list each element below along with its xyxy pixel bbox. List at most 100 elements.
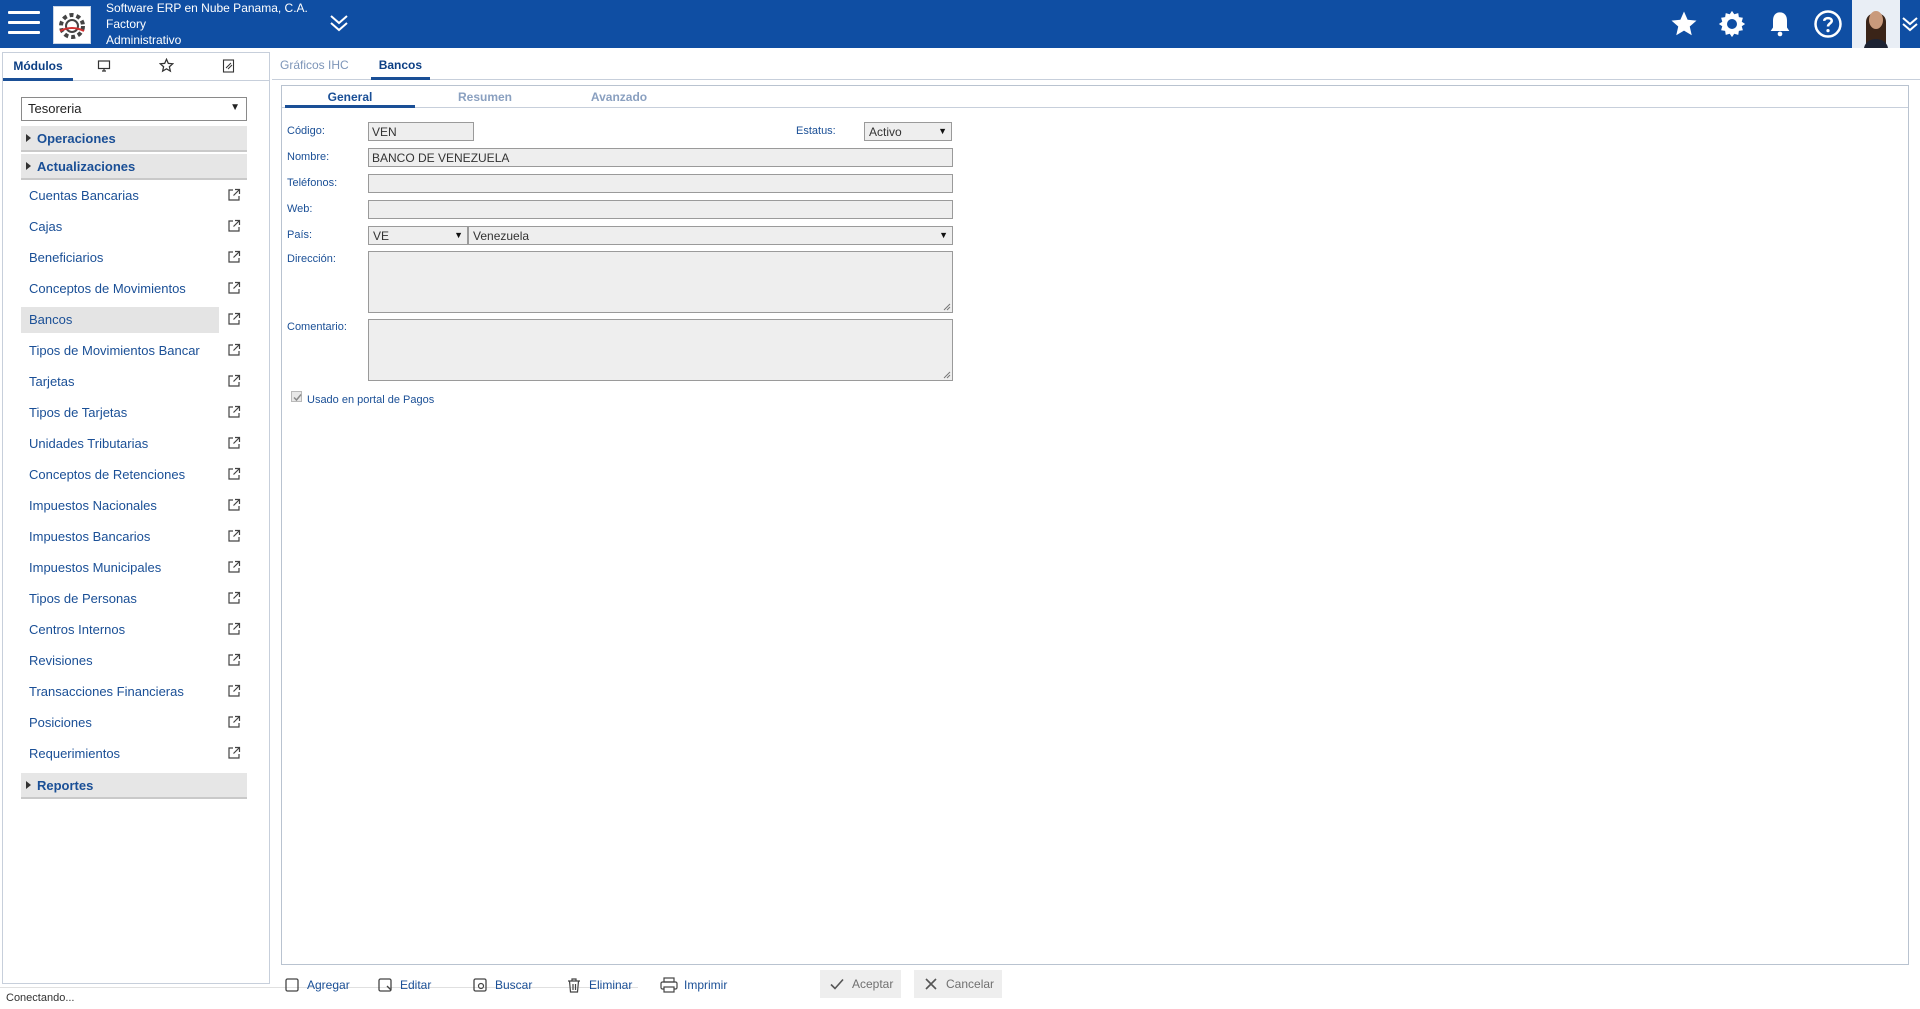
external-link-icon[interactable] bbox=[227, 715, 241, 729]
external-link-icon[interactable] bbox=[227, 498, 241, 512]
chevron-down-icon: ▼ bbox=[230, 102, 240, 113]
telefonos-field[interactable] bbox=[368, 174, 953, 193]
external-link-icon[interactable] bbox=[227, 560, 241, 574]
tab-general[interactable]: General bbox=[285, 86, 415, 108]
delete-button[interactable]: Eliminar bbox=[565, 974, 632, 996]
external-link-icon[interactable] bbox=[227, 529, 241, 543]
tab-resumen[interactable]: Resumen bbox=[420, 86, 550, 108]
direccion-label: Dirección: bbox=[287, 253, 336, 265]
group-operaciones[interactable]: Operaciones bbox=[21, 126, 247, 152]
external-link-icon[interactable] bbox=[227, 653, 241, 667]
sidebar-item-label: Requerimientos bbox=[29, 746, 121, 761]
sidebar-item[interactable]: Cajas bbox=[21, 214, 247, 240]
tab-favorites[interactable] bbox=[135, 53, 197, 81]
sidebar-item[interactable]: Unidades Tributarias bbox=[21, 431, 247, 457]
sidebar-item[interactable]: Tipos de Tarjetas bbox=[21, 400, 247, 426]
nombre-field[interactable]: BANCO DE VENEZUELA bbox=[368, 148, 953, 167]
pais-code-select[interactable]: VE ▼ bbox=[368, 226, 468, 245]
sidebar-item[interactable]: Centros Internos bbox=[21, 617, 247, 643]
company-info: Software ERP en Nube Panama, C.A. Factor… bbox=[106, 0, 308, 48]
group-reportes[interactable]: Reportes bbox=[21, 773, 247, 799]
direccion-textarea[interactable] bbox=[368, 251, 953, 313]
module-select[interactable]: Tesoreria ▼ bbox=[21, 97, 247, 121]
group-actualizaciones[interactable]: Actualizaciones bbox=[21, 154, 247, 180]
external-link-icon[interactable] bbox=[227, 374, 241, 388]
external-link-icon[interactable] bbox=[227, 591, 241, 605]
sidebar-item[interactable]: Tipos de Personas bbox=[21, 586, 247, 612]
estatus-select[interactable]: Activo ▼ bbox=[864, 122, 952, 141]
web-field[interactable] bbox=[368, 200, 953, 219]
nombre-label: Nombre: bbox=[287, 151, 330, 163]
sidebar-item[interactable]: Impuestos Nacionales bbox=[21, 493, 247, 519]
company-module: Administrativo bbox=[106, 33, 182, 47]
external-link-icon[interactable] bbox=[227, 622, 241, 636]
sidebar-item[interactable]: Impuestos Municipales bbox=[21, 555, 247, 581]
external-link-icon[interactable] bbox=[227, 746, 241, 760]
portal-pagos-checkbox[interactable] bbox=[291, 391, 302, 402]
avatar[interactable] bbox=[1852, 0, 1900, 48]
sidebar-item[interactable]: Bancos bbox=[21, 307, 247, 333]
edit-icon bbox=[376, 976, 394, 994]
sidebar-item[interactable]: Tipos de Movimientos Bancar bbox=[21, 338, 247, 364]
print-icon bbox=[660, 976, 678, 994]
help-icon[interactable] bbox=[1804, 0, 1852, 48]
external-link-icon[interactable] bbox=[227, 436, 241, 450]
gear-icon[interactable] bbox=[1708, 0, 1756, 48]
collapse-chevron-icon[interactable] bbox=[326, 12, 352, 34]
edit-button[interactable]: Editar bbox=[376, 974, 431, 996]
user-menu-chevron-icon[interactable] bbox=[1900, 0, 1920, 48]
resize-grip-icon[interactable] bbox=[943, 371, 951, 379]
print-button[interactable]: Imprimir bbox=[660, 974, 727, 996]
search-button[interactable]: Buscar bbox=[471, 974, 532, 996]
sidebar-item[interactable]: Cuentas Bancarias bbox=[21, 183, 247, 209]
menu-icon[interactable] bbox=[8, 11, 40, 37]
star-icon[interactable] bbox=[1660, 0, 1708, 48]
sidebar-item[interactable]: Conceptos de Movimientos bbox=[21, 276, 247, 302]
tab-modulos[interactable]: Módulos bbox=[3, 53, 73, 81]
external-link-icon[interactable] bbox=[227, 343, 241, 357]
tab-graficos-ihc[interactable]: Gráficos IHC bbox=[272, 52, 357, 80]
tab-avanzado[interactable]: Avanzado bbox=[554, 86, 684, 108]
add-icon bbox=[283, 976, 301, 994]
sidebar-item[interactable]: Transacciones Financieras bbox=[21, 679, 247, 705]
sidebar-item-label: Conceptos de Movimientos bbox=[29, 281, 186, 296]
codigo-label: Código: bbox=[287, 125, 325, 137]
sidebar-item[interactable]: Requerimientos bbox=[21, 741, 247, 767]
web-label: Web: bbox=[287, 203, 313, 215]
left-panel-tabs: Módulos bbox=[3, 53, 269, 81]
sidebar-item-label: Bancos bbox=[29, 312, 73, 327]
cancel-button[interactable]: Cancelar bbox=[914, 970, 1003, 998]
sidebar-item[interactable]: Revisiones bbox=[21, 648, 247, 674]
tab-desktop[interactable] bbox=[73, 53, 135, 81]
sidebar-item-label: Unidades Tributarias bbox=[29, 436, 149, 451]
chevron-down-icon: ▼ bbox=[454, 230, 463, 240]
pais-name-select[interactable]: Venezuela ▼ bbox=[468, 226, 953, 245]
accept-button[interactable]: Aceptar bbox=[820, 970, 902, 998]
left-panel: Módulos Tesoreria ▼ Operaciones Actualiz… bbox=[2, 52, 270, 984]
sidebar-item-label: Impuestos Municipales bbox=[29, 560, 162, 575]
cancel-button-label: Cancelar bbox=[946, 977, 995, 991]
sidebar-item-label: Cuentas Bancarias bbox=[29, 188, 139, 203]
sidebar-item[interactable]: Conceptos de Retenciones bbox=[21, 462, 247, 488]
external-link-icon[interactable] bbox=[227, 250, 241, 264]
external-link-icon[interactable] bbox=[227, 467, 241, 481]
sidebar-item[interactable]: Tarjetas bbox=[21, 369, 247, 395]
external-link-icon[interactable] bbox=[227, 312, 241, 326]
external-link-icon[interactable] bbox=[227, 405, 241, 419]
add-button[interactable]: Agregar bbox=[283, 974, 350, 996]
sidebar-item[interactable]: Beneficiarios bbox=[21, 245, 247, 271]
group-label: Actualizaciones bbox=[37, 159, 136, 174]
external-link-icon[interactable] bbox=[227, 281, 241, 295]
bell-icon[interactable] bbox=[1756, 0, 1804, 48]
sidebar-item[interactable]: Impuestos Bancarios bbox=[21, 524, 247, 550]
external-link-icon[interactable] bbox=[227, 219, 241, 233]
tab-bancos[interactable]: Bancos bbox=[370, 52, 431, 80]
tab-documents[interactable] bbox=[197, 53, 259, 81]
codigo-field[interactable]: VEN bbox=[368, 122, 474, 141]
sidebar-item[interactable]: Posiciones bbox=[21, 710, 247, 736]
comentario-textarea[interactable] bbox=[368, 319, 953, 381]
resize-grip-icon[interactable] bbox=[943, 303, 951, 311]
external-link-icon[interactable] bbox=[227, 684, 241, 698]
sidebar-item-label: Tarjetas bbox=[29, 374, 75, 389]
external-link-icon[interactable] bbox=[227, 188, 241, 202]
